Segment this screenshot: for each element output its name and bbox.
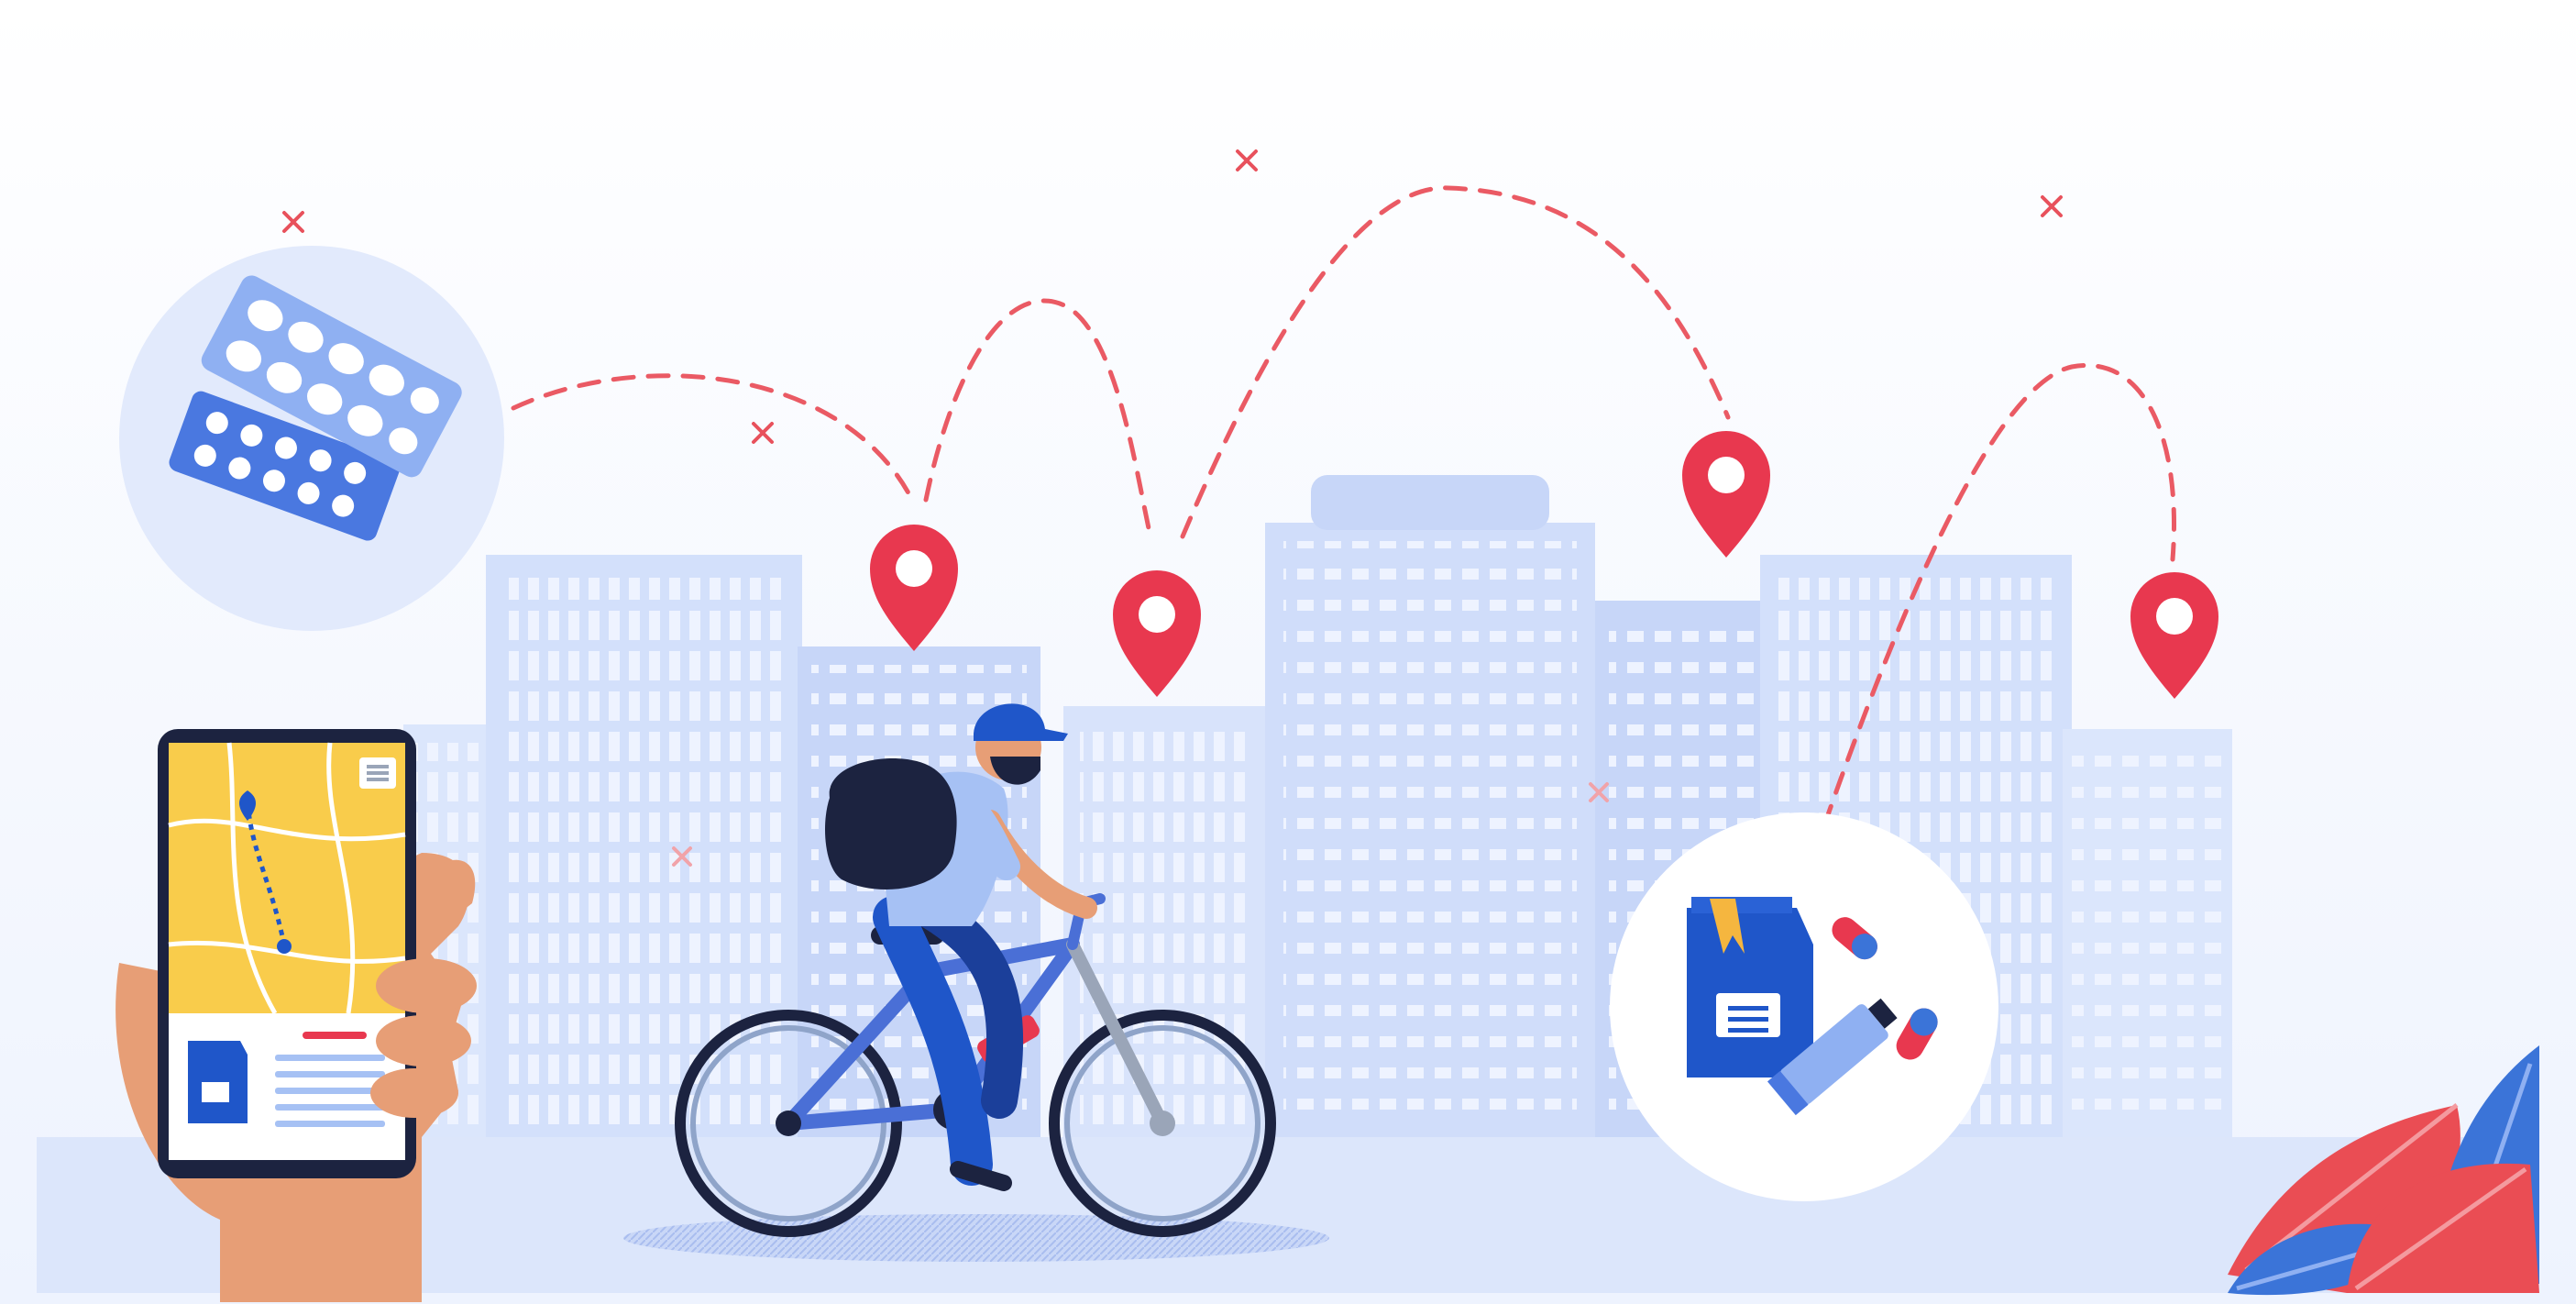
smartphone-icon[interactable] xyxy=(158,729,416,1178)
illustration-scene xyxy=(0,0,2576,1304)
cyclist-shadow xyxy=(623,1214,1329,1262)
products-bubble xyxy=(1610,812,1998,1201)
building-top xyxy=(1311,475,1549,530)
delivery-bag-icon xyxy=(188,1041,248,1123)
backpack xyxy=(825,757,957,890)
menu-icon[interactable] xyxy=(359,757,396,789)
delivery-bag-icon xyxy=(1687,897,1813,1077)
pill-blister-icon xyxy=(119,246,504,631)
illustration-canvas xyxy=(0,0,2576,1304)
